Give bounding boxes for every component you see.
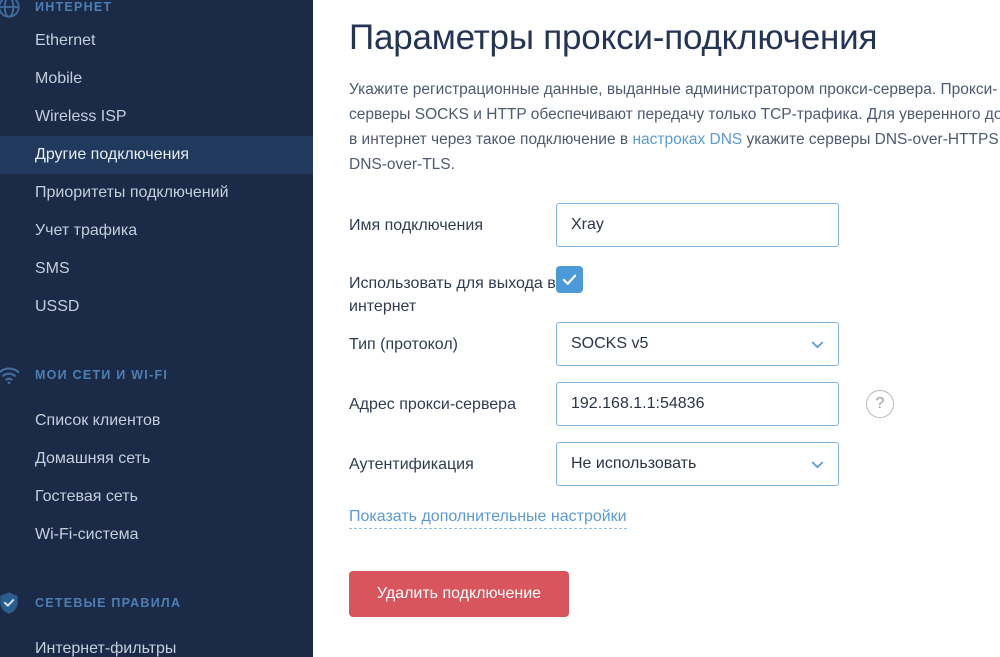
sidebar-item-label: Wi-Fi-система (35, 526, 139, 543)
sidebar-item-label: Wireless ISP (35, 108, 127, 125)
sidebar-item-label: Учет трафика (35, 222, 138, 239)
sidebar-item-label: Mobile (35, 70, 83, 87)
sidebar-item-label: Другие подключения (35, 146, 190, 163)
protocol-type-value: SOCKS v5 (571, 335, 649, 353)
form-row-protocol-type: Тип (протокол) SOCKS v5 (349, 322, 1000, 367)
sidebar-item-label: Гостевая сеть (35, 488, 138, 505)
sidebar-section-title: МОИ СЕТИ И WI-FI (35, 368, 169, 382)
protocol-type-select[interactable]: SOCKS v5 (556, 322, 839, 367)
sidebar-section-header-network-rules: СЕТЕВЫЕ ПРАВИЛА (0, 588, 313, 618)
sidebar-item-label: Домашняя сеть (35, 450, 151, 467)
delete-connection-button[interactable]: Удалить подключение (349, 571, 569, 618)
connection-name-label: Имя подключения (349, 217, 483, 235)
sidebar-item-wireless-isp[interactable]: Wireless ISP (0, 98, 313, 136)
sidebar-section-internet: ИНТЕРНЕТ Ethernet Mobile Wireless ISP Др… (0, 0, 313, 326)
chevron-down-icon (811, 461, 824, 468)
chevron-down-icon (811, 341, 824, 348)
check-icon (562, 274, 577, 286)
sidebar-section-network-rules: СЕТЕВЫЕ ПРАВИЛА Интернет-фильтры (0, 588, 313, 657)
sidebar-item-label: Приоритеты подключений (35, 184, 229, 201)
protocol-type-control: SOCKS v5 (556, 322, 839, 367)
page-description: Укажите регистрационные данные, выданные… (349, 77, 1000, 177)
use-for-internet-control (556, 261, 583, 294)
sidebar-item-internet-filters[interactable]: Интернет-фильтры (0, 630, 313, 657)
sidebar-item-connection-priorities[interactable]: Приоритеты подключений (0, 174, 313, 212)
sidebar-item-home-network[interactable]: Домашняя сеть (0, 440, 313, 478)
form-row-authentication: Аутентификация Не использовать (349, 442, 1000, 487)
sidebar-item-ethernet[interactable]: Ethernet (0, 22, 313, 60)
form-row-connection-name: Имя подключения Xray (349, 203, 1000, 248)
sidebar-item-label: Список клиентов (35, 412, 161, 429)
connection-name-input[interactable]: Xray (556, 203, 839, 248)
sidebar-section-title: СЕТЕВЫЕ ПРАВИЛА (35, 596, 182, 610)
sidebar-item-client-list[interactable]: Список клиентов (0, 402, 313, 440)
sidebar-item-mobile[interactable]: Mobile (0, 60, 313, 98)
sidebar-scroll-container: ИНТЕРНЕТ Ethernet Mobile Wireless ISP Др… (0, 0, 313, 657)
content-container: Параметры прокси-подключения Укажите рег… (313, 0, 1000, 618)
proxy-address-control: 192.168.1.1:54836 ? (556, 382, 894, 427)
help-icon[interactable]: ? (866, 390, 894, 419)
page-title: Параметры прокси-подключения (349, 18, 878, 57)
sidebar-item-label: Интернет-фильтры (35, 640, 177, 657)
use-for-internet-label: Использовать для выхода в интернет (349, 275, 556, 316)
authentication-control: Не использовать (556, 442, 839, 487)
sidebar-item-label: USSD (35, 298, 80, 315)
main-content: Параметры прокси-подключения Укажите рег… (313, 0, 1000, 657)
sidebar-section-my-networks: МОИ СЕТИ И WI-FI Список клиентов Домашня… (0, 360, 313, 554)
sidebar-item-guest-network[interactable]: Гостевая сеть (0, 478, 313, 516)
proxy-settings-form: Имя подключения Xray Использовать для вы… (349, 203, 1000, 618)
sidebar-item-traffic-accounting[interactable]: Учет трафика (0, 212, 313, 250)
sidebar-section-header-internet: ИНТЕРНЕТ (0, 0, 313, 22)
sidebar-item-wifi-system[interactable]: Wi-Fi-система (0, 516, 313, 554)
sidebar-item-other-connections[interactable]: Другие подключения (0, 136, 313, 174)
sidebar-item-label: Ethernet (35, 32, 96, 49)
shield-check-icon (0, 590, 22, 616)
connection-name-control: Xray (556, 203, 839, 248)
sidebar-item-label: SMS (35, 260, 70, 277)
sidebar-navigation: ИНТЕРНЕТ Ethernet Mobile Wireless ISP Др… (0, 0, 313, 657)
dns-settings-link[interactable]: настроках DNS (632, 131, 742, 148)
sidebar-item-ussd[interactable]: USSD (0, 288, 313, 326)
show-advanced-settings-link[interactable]: Показать дополнительные настройки (349, 508, 627, 530)
proxy-address-input[interactable]: 192.168.1.1:54836 (556, 382, 839, 427)
form-row-proxy-address: Адрес прокси-сервера 192.168.1.1:54836 ? (349, 382, 1000, 427)
sidebar-section-header-my-networks: МОИ СЕТИ И WI-FI (0, 360, 313, 390)
authentication-select[interactable]: Не использовать (556, 442, 839, 487)
sidebar-item-sms[interactable]: SMS (0, 250, 313, 288)
form-row-use-for-internet: Использовать для выхода в интернет (349, 261, 1000, 318)
wifi-icon (0, 362, 22, 388)
sidebar-section-title: ИНТЕРНЕТ (35, 0, 113, 14)
authentication-value: Не использовать (571, 455, 697, 473)
protocol-type-label: Тип (протокол) (349, 336, 458, 354)
globe-icon (0, 0, 22, 20)
settings-window: ИНТЕРНЕТ Ethernet Mobile Wireless ISP Др… (0, 0, 1000, 657)
proxy-address-label: Адрес прокси-сервера (349, 396, 516, 414)
use-for-internet-checkbox[interactable] (556, 266, 583, 294)
authentication-label: Аутентификация (349, 456, 474, 474)
